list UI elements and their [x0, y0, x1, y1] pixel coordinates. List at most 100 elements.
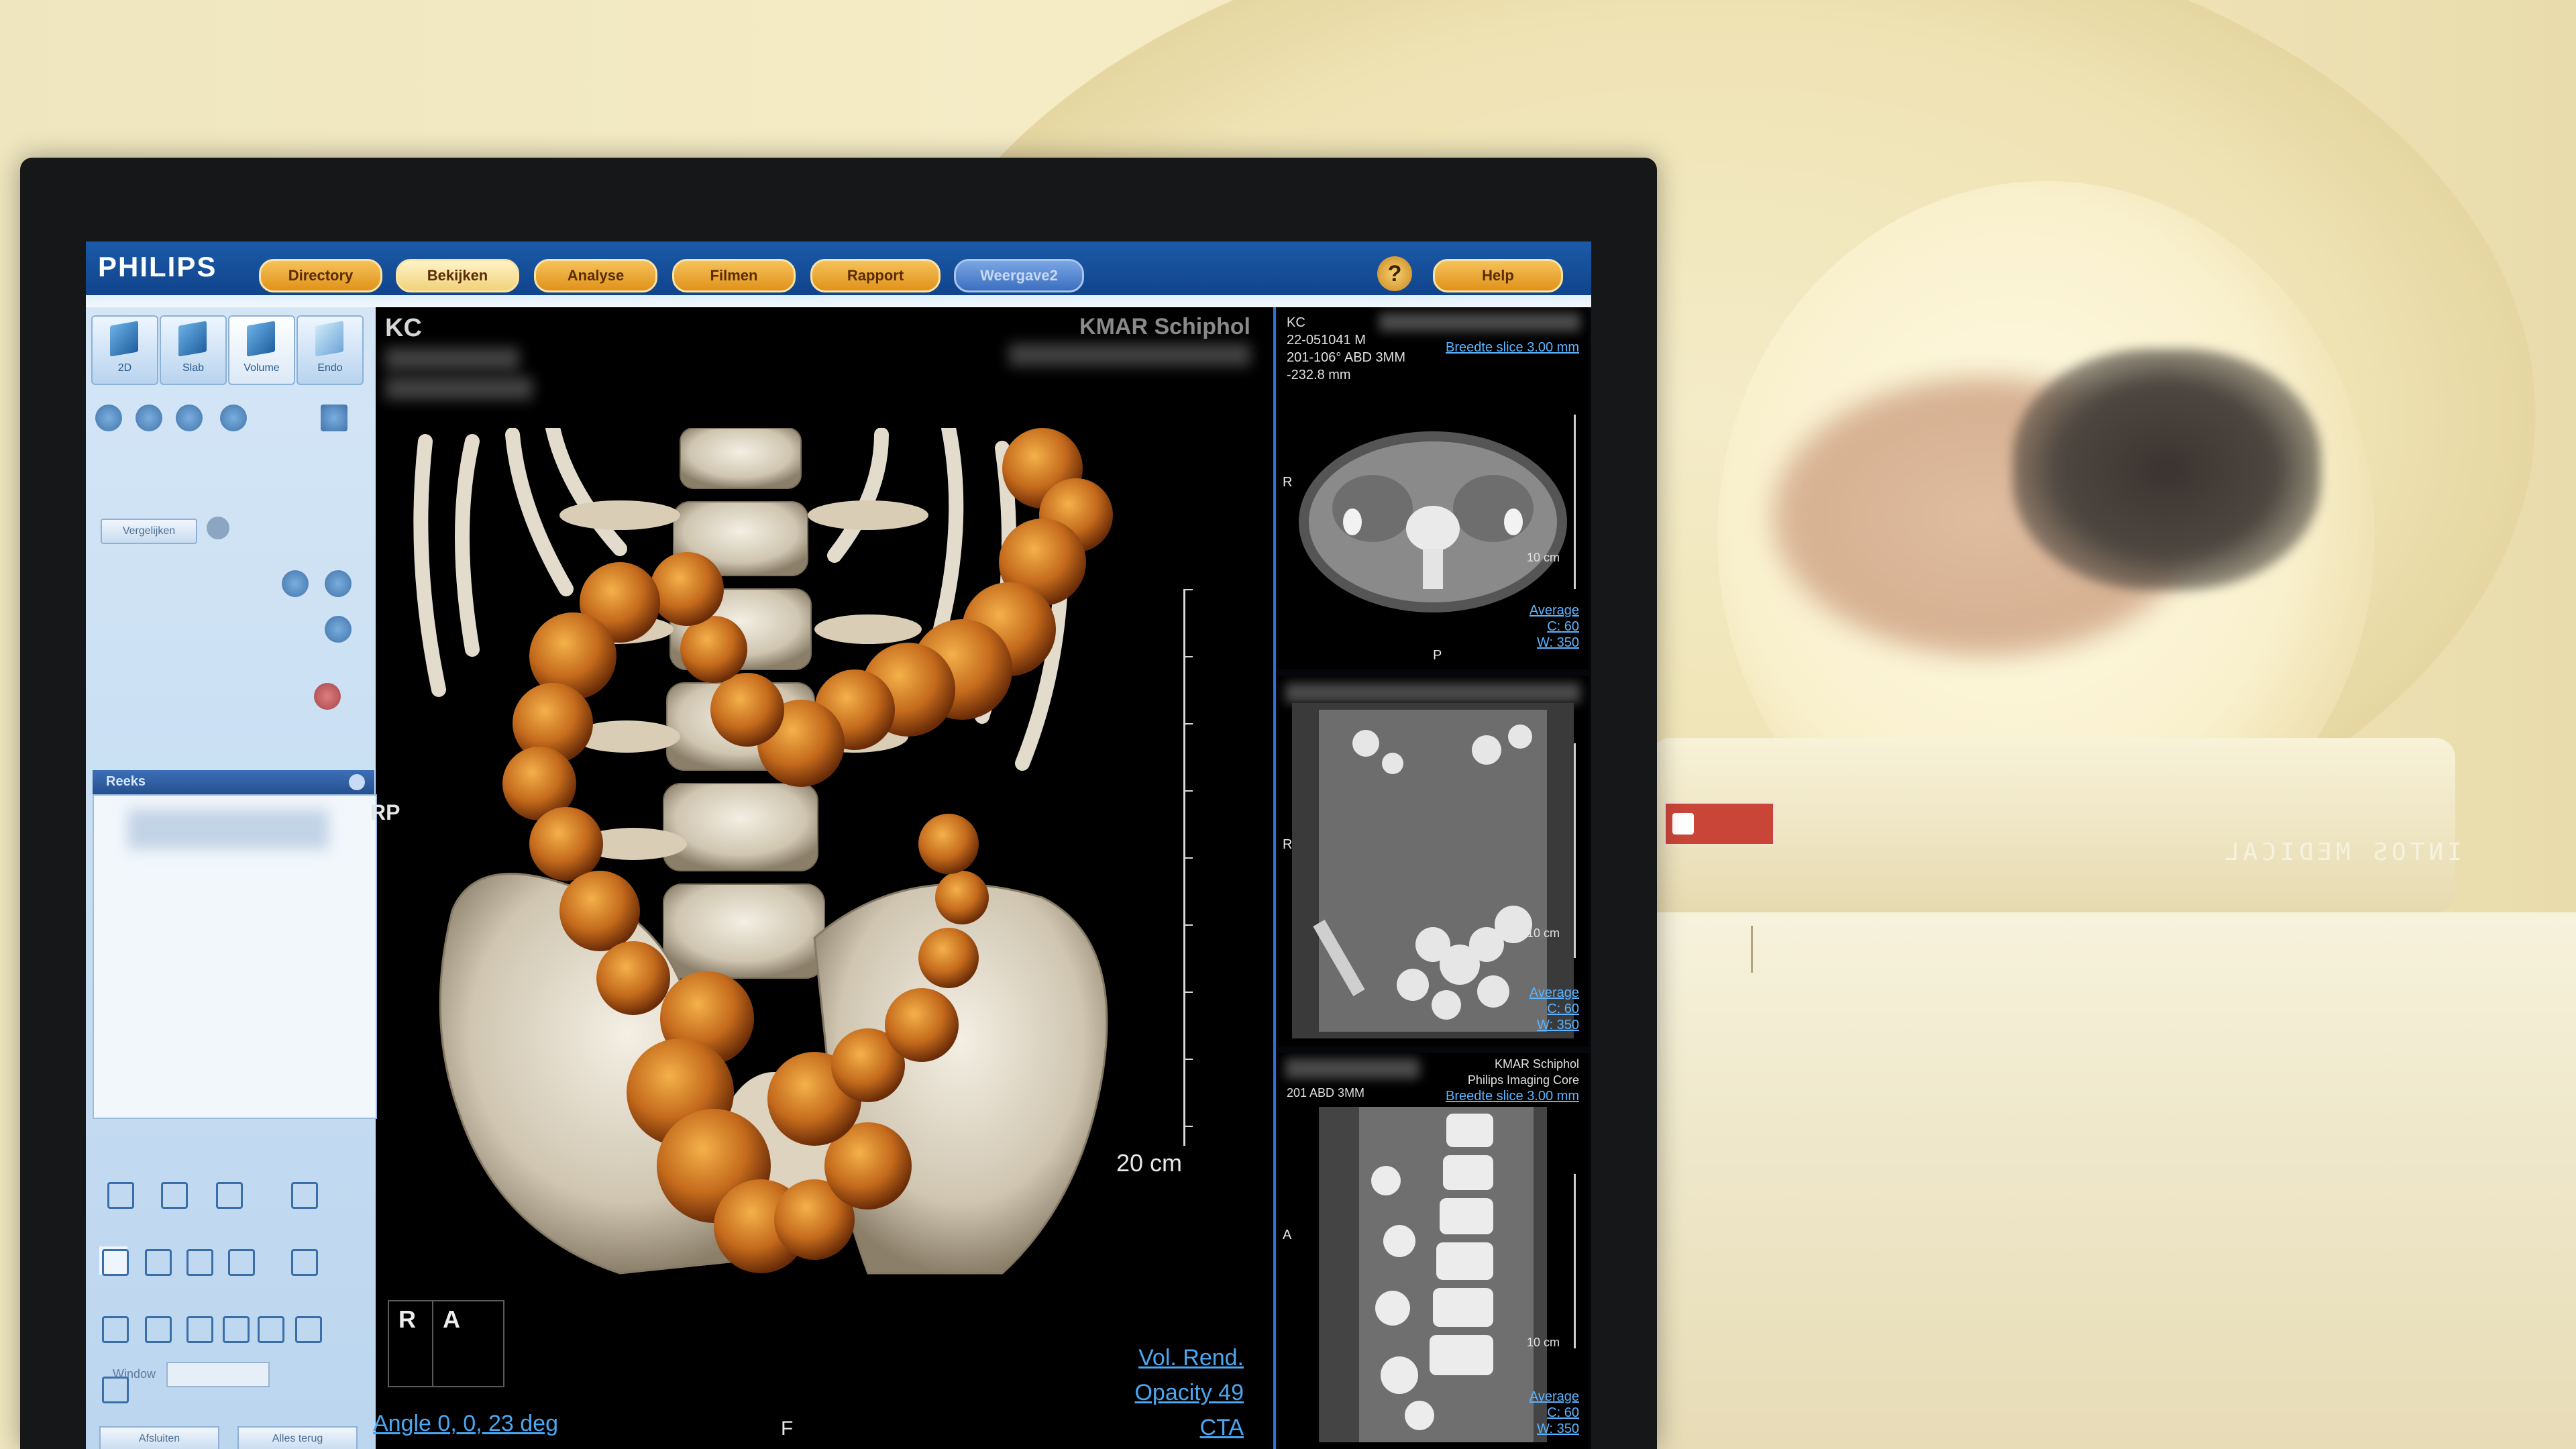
series-list[interactable] — [93, 794, 377, 1119]
tab-directory[interactable]: Directory — [259, 259, 382, 292]
compare-button[interactable]: Vergelijken — [101, 519, 197, 544]
sagittal-side-a: A — [1283, 1228, 1292, 1242]
sagittal-window-center[interactable]: C: 60 — [1529, 1405, 1579, 1421]
reset-all-button[interactable]: Alles terug — [237, 1426, 358, 1449]
brain-icon[interactable] — [282, 570, 309, 597]
endo-icon — [315, 321, 343, 357]
preset-name[interactable]: CTA — [1134, 1410, 1244, 1445]
patient-hair — [2012, 349, 2321, 590]
cable — [1751, 926, 1780, 973]
coronal-info-blurred — [1285, 683, 1580, 703]
axial-window-mode[interactable]: Average — [1529, 602, 1579, 619]
render-mode[interactable]: Vol. Rend. — [1134, 1340, 1244, 1375]
sagittal-panel[interactable]: 201 ABD 3MM KMAR Schiphol Philips Imagin… — [1279, 1053, 1589, 1449]
segment-icon[interactable] — [220, 405, 247, 431]
top-bar-strip — [86, 295, 1591, 307]
slab-icon — [178, 321, 207, 357]
help-question-icon[interactable]: ? — [1377, 256, 1412, 291]
series-list-item-blurred[interactable] — [127, 809, 329, 849]
patient-info-blurred — [385, 347, 519, 370]
coronal-window[interactable]: Average C: 60 W: 350 — [1529, 985, 1579, 1033]
volume-render-viewport[interactable]: KC KMAR Schiphol RP 20 cm R A Angle 0, 0… — [370, 307, 1271, 1449]
mode-endo-label: Endo — [317, 362, 343, 374]
layout-icon[interactable] — [321, 405, 347, 431]
axial-window-width[interactable]: W: 350 — [1529, 635, 1579, 651]
camera-icon[interactable] — [158, 1179, 188, 1209]
tab-analyse[interactable]: Analyse — [534, 259, 657, 292]
window-preset-select[interactable] — [166, 1362, 270, 1387]
series-collapse-icon[interactable] — [349, 774, 365, 790]
scanner-table-base — [1650, 912, 2576, 1449]
coronal-ruler — [1574, 743, 1582, 958]
window-level-icon[interactable] — [225, 1246, 255, 1276]
axial-window[interactable]: Average C: 60 W: 350 — [1529, 602, 1579, 651]
save-icon[interactable] — [105, 1179, 134, 1209]
axial-window-center[interactable]: C: 60 — [1529, 619, 1579, 635]
axial-side-p: P — [1433, 648, 1442, 663]
coronal-window-mode[interactable]: Average — [1529, 985, 1579, 1001]
mode-2d-button[interactable]: 2D — [91, 315, 158, 385]
coronal-panel[interactable]: R 10 cm Average C: 60 W: 350 — [1279, 676, 1589, 1046]
window-label: Window — [113, 1367, 156, 1381]
help-button[interactable]: Help — [1433, 259, 1563, 292]
tab-rapport[interactable]: Rapport — [810, 259, 941, 292]
sagittal-window-mode[interactable]: Average — [1529, 1389, 1579, 1405]
mode-volume-button[interactable]: Volume — [228, 315, 295, 385]
sagittal-institution: KMAR Schiphol — [1494, 1057, 1579, 1071]
select-region-icon[interactable] — [325, 570, 352, 597]
crosshair-icon[interactable] — [184, 1313, 213, 1343]
tab-bekijken[interactable]: Bekijken — [396, 259, 519, 292]
close-button[interactable]: Afsluiten — [99, 1426, 219, 1449]
series-header-label: Reeks — [106, 774, 146, 789]
opacity-readout[interactable]: Opacity 49 — [1134, 1375, 1244, 1410]
scale-ruler — [1183, 589, 1193, 1146]
hand-pan-icon[interactable] — [142, 1246, 172, 1276]
mode-slab-label: Slab — [182, 362, 205, 374]
angle-icon[interactable] — [220, 1313, 250, 1343]
axial-ruler — [1574, 415, 1582, 589]
axial-info-blurred — [1379, 313, 1580, 331]
tab-weergave[interactable]: Weergave2 — [954, 259, 1084, 292]
pin-icon[interactable] — [207, 517, 229, 539]
ellipse-roi-icon[interactable] — [142, 1313, 172, 1343]
sagittal-window-width[interactable]: W: 350 — [1529, 1421, 1579, 1437]
mode-endo-button[interactable]: Endo — [297, 315, 364, 385]
institution-name: KMAR Schiphol — [1079, 314, 1250, 339]
mode-slab-button[interactable]: Slab — [160, 315, 227, 385]
angle-readout[interactable]: Angle 0, 0, 23 deg — [373, 1411, 558, 1437]
axial-ct-image — [1299, 431, 1567, 612]
mpr-panels: KC 22-051041 M 201-106° ABD 3MM -232.8 m… — [1273, 307, 1591, 1449]
orientation-r: R — [398, 1305, 416, 1333]
rotate-icon[interactable] — [95, 405, 122, 431]
pointer-icon[interactable] — [99, 1246, 129, 1276]
mode-2d-label: 2D — [117, 362, 132, 374]
sagittal-slice-width[interactable]: Breedte slice 3.00 mm — [1446, 1088, 1579, 1104]
shapes-icon[interactable] — [288, 1246, 318, 1276]
scale-label: 20 cm — [1116, 1149, 1183, 1177]
render-mode-info[interactable]: Vol. Rend. Opacity 49 CTA — [1134, 1340, 1244, 1445]
erase-annotation-icon[interactable] — [292, 1313, 322, 1343]
tilt-icon[interactable] — [136, 405, 162, 431]
roll-icon[interactable] — [176, 405, 203, 431]
viewport-separator — [1273, 307, 1276, 1449]
line-measure-icon[interactable] — [99, 1313, 129, 1343]
patient-info-blurred-2 — [385, 377, 533, 400]
target-icon[interactable] — [314, 683, 341, 710]
link-icon[interactable] — [325, 616, 352, 643]
tab-filmen[interactable]: Filmen — [672, 259, 796, 292]
zoom-icon[interactable] — [184, 1246, 213, 1276]
volume-icon — [247, 321, 275, 357]
coronal-window-width[interactable]: W: 350 — [1529, 1017, 1579, 1033]
patient-initials: KC — [385, 314, 422, 342]
warning-sticker-icon — [1672, 813, 1694, 835]
warning-sticker — [1664, 802, 1775, 846]
coronal-window-center[interactable]: C: 60 — [1529, 1001, 1579, 1017]
text-annotation-icon[interactable] — [255, 1313, 284, 1343]
book-icon[interactable] — [288, 1179, 318, 1209]
copy-icon[interactable] — [213, 1179, 243, 1209]
axial-slice-width[interactable]: Breedte slice 3.00 mm — [1446, 339, 1579, 356]
left-tool-panel: 2D Slab Volume Endo Vergelijken Reeks Wi… — [86, 307, 377, 1449]
axial-panel[interactable]: KC 22-051041 M 201-106° ABD 3MM -232.8 m… — [1279, 307, 1589, 669]
sagittal-window[interactable]: Average C: 60 W: 350 — [1529, 1389, 1579, 1437]
scanner-brand-text: INTOS MEDICAL — [2220, 839, 2462, 866]
